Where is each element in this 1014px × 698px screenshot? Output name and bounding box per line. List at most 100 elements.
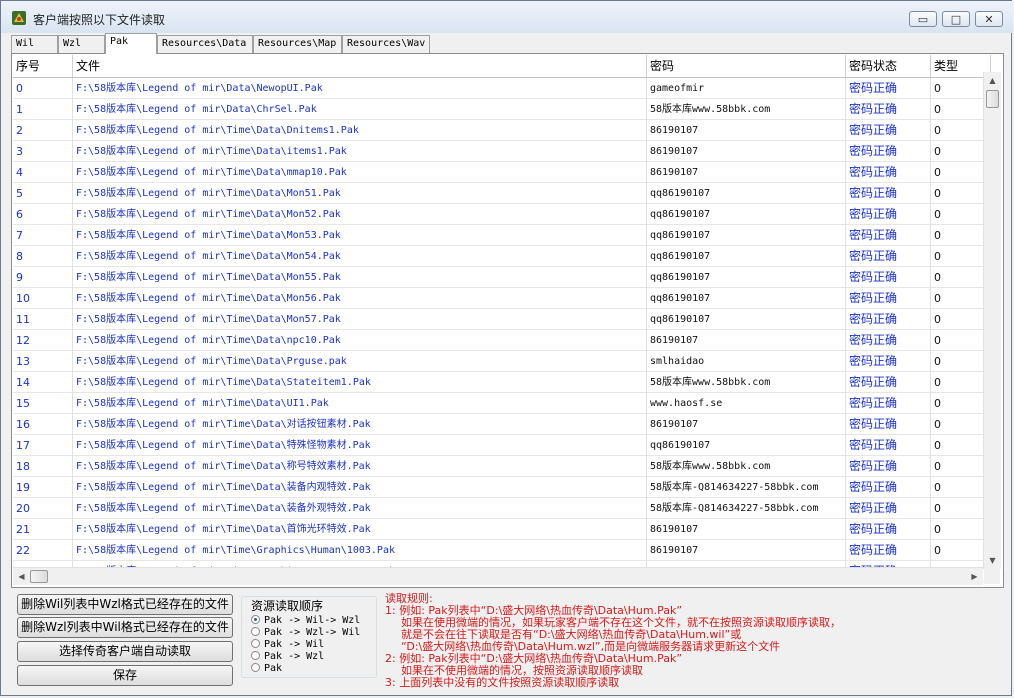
tab-wzl[interactable]: Wzl bbox=[58, 35, 105, 53]
source-order-option[interactable]: Pak -> Wil bbox=[251, 639, 324, 651]
minimize-button[interactable]: ▭ bbox=[909, 11, 937, 27]
table-row[interactable]: 3 F:\58版本库\Legend of mir\Time\Data\items1… bbox=[13, 141, 998, 162]
minimize-icon: ▭ bbox=[917, 12, 929, 26]
tab-resources-data[interactable]: Resources\Data bbox=[157, 35, 253, 53]
cell-type: 0 bbox=[931, 498, 991, 519]
table-row[interactable]: 20 F:\58版本库\Legend of mir\Time\Data\装备外观特… bbox=[13, 498, 998, 519]
scroll-left-icon[interactable]: ◀ bbox=[13, 568, 30, 585]
cell-password: 86190107 bbox=[647, 120, 846, 141]
table-row[interactable]: 19 F:\58版本库\Legend of mir\Time\Data\装备内观特… bbox=[13, 477, 998, 498]
table-row[interactable]: 11 F:\58版本库\Legend of mir\Time\Data\Mon57… bbox=[13, 309, 998, 330]
vertical-scroll-thumb[interactable] bbox=[986, 90, 999, 108]
cell-idx: 20 bbox=[13, 498, 73, 519]
cell-type: 0 bbox=[931, 372, 991, 393]
column-header-password[interactable]: 密码 bbox=[647, 55, 846, 77]
maximize-icon: □ bbox=[950, 12, 962, 26]
source-order-option[interactable]: Pak -> Wzl bbox=[251, 651, 324, 663]
scroll-up-icon[interactable]: ▲ bbox=[984, 72, 1001, 89]
vertical-scrollbar[interactable]: ▲ ▼ bbox=[983, 72, 1001, 569]
cell-idx: 3 bbox=[13, 141, 73, 162]
table-row[interactable]: 4 F:\58版本库\Legend of mir\Time\Data\mmap10… bbox=[13, 162, 998, 183]
table-row[interactable]: 18 F:\58版本库\Legend of mir\Time\Data\称号特效素… bbox=[13, 456, 998, 477]
table-row[interactable]: 17 F:\58版本库\Legend of mir\Time\Data\特殊怪物素… bbox=[13, 435, 998, 456]
save-button[interactable]: 保存 bbox=[17, 665, 233, 686]
radio-icon[interactable] bbox=[251, 627, 260, 636]
file-list[interactable]: 序号 文件 密码 密码状态 类型 0 F:\58版本库\Legend of mir… bbox=[13, 55, 998, 582]
cell-idx: 17 bbox=[13, 435, 73, 456]
cell-idx: 2 bbox=[13, 120, 73, 141]
cell-file: F:\58版本库\Legend of mir\Time\Data\Mon56.P… bbox=[73, 288, 647, 309]
cell-password: qq86190107 bbox=[647, 204, 846, 225]
maximize-button[interactable]: □ bbox=[942, 11, 970, 27]
horizontal-scrollbar[interactable]: ◀ ▶ bbox=[13, 567, 983, 585]
column-header-status[interactable]: 密码状态 bbox=[846, 55, 931, 77]
cell-idx: 7 bbox=[13, 225, 73, 246]
tab-wil[interactable]: Wil bbox=[11, 35, 58, 53]
radio-icon[interactable] bbox=[251, 615, 260, 624]
select-client-button[interactable]: 选择传奇客户端自动读取 bbox=[17, 641, 233, 662]
scroll-corner bbox=[984, 567, 1000, 584]
cell-status: 密码正确 bbox=[846, 183, 931, 204]
table-row[interactable]: 13 F:\58版本库\Legend of mir\Time\Data\Prgus… bbox=[13, 351, 998, 372]
column-header-type[interactable]: 类型 bbox=[931, 55, 991, 77]
cell-password: qq86190107 bbox=[647, 288, 846, 309]
radio-icon[interactable] bbox=[251, 651, 260, 660]
cell-file: F:\58版本库\Legend of mir\Time\Data\Mon52.P… bbox=[73, 204, 647, 225]
cell-type: 0 bbox=[931, 393, 991, 414]
table-row[interactable]: 9 F:\58版本库\Legend of mir\Time\Data\Mon55.… bbox=[13, 267, 998, 288]
cell-idx: 16 bbox=[13, 414, 73, 435]
close-button[interactable]: ✕ bbox=[975, 11, 1003, 27]
table-row[interactable]: 0 F:\58版本库\Legend of mir\Data\NewopUI.Pak… bbox=[13, 78, 998, 99]
column-header-idx[interactable]: 序号 bbox=[13, 55, 73, 77]
table-row[interactable]: 1 F:\58版本库\Legend of mir\Data\ChrSel.Pak 5… bbox=[13, 99, 998, 120]
table-row[interactable]: 22 F:\58版本库\Legend of mir\Time\Graphics\H… bbox=[13, 540, 998, 561]
cell-type: 0 bbox=[931, 204, 991, 225]
radio-icon[interactable] bbox=[251, 639, 260, 648]
horizontal-scroll-thumb[interactable] bbox=[30, 570, 48, 583]
cell-idx: 4 bbox=[13, 162, 73, 183]
table-row[interactable]: 14 F:\58版本库\Legend of mir\Time\Data\State… bbox=[13, 372, 998, 393]
cell-password: 86190107 bbox=[647, 162, 846, 183]
source-order-option-label: Pak bbox=[264, 663, 283, 674]
table-row[interactable]: 16 F:\58版本库\Legend of mir\Time\Data\对话按钮素… bbox=[13, 414, 998, 435]
cell-idx: 22 bbox=[13, 540, 73, 561]
table-row[interactable]: 10 F:\58版本库\Legend of mir\Time\Data\Mon56… bbox=[13, 288, 998, 309]
table-row[interactable]: 12 F:\58版本库\Legend of mir\Time\Data\npc10… bbox=[13, 330, 998, 351]
cell-password: 86190107 bbox=[647, 141, 846, 162]
column-header-file[interactable]: 文件 bbox=[73, 55, 647, 77]
table-row[interactable]: 2 F:\58版本库\Legend of mir\Time\Data\Dnitem… bbox=[13, 120, 998, 141]
scroll-right-icon[interactable]: ▶ bbox=[966, 568, 983, 585]
table-row[interactable]: 5 F:\58版本库\Legend of mir\Time\Data\Mon51.… bbox=[13, 183, 998, 204]
cell-file: F:\58版本库\Legend of mir\Time\Data\Prguse.… bbox=[73, 351, 647, 372]
cell-idx: 9 bbox=[13, 267, 73, 288]
cell-idx: 19 bbox=[13, 477, 73, 498]
table-row[interactable]: 6 F:\58版本库\Legend of mir\Time\Data\Mon52.… bbox=[13, 204, 998, 225]
tab-resources-wav[interactable]: Resources\Wav bbox=[342, 35, 430, 53]
cell-status: 密码正确 bbox=[846, 540, 931, 561]
tab-resources-map[interactable]: Resources\Map bbox=[253, 35, 342, 53]
radio-icon[interactable] bbox=[251, 663, 260, 672]
cell-type: 0 bbox=[931, 78, 991, 99]
cell-idx: 10 bbox=[13, 288, 73, 309]
cell-status: 密码正确 bbox=[846, 288, 931, 309]
cell-status: 密码正确 bbox=[846, 162, 931, 183]
list-header: 序号 文件 密码 密码状态 类型 bbox=[13, 55, 998, 78]
table-row[interactable]: 8 F:\58版本库\Legend of mir\Time\Data\Mon54.… bbox=[13, 246, 998, 267]
delete-wzl-duplicates-button[interactable]: 删除Wzl列表中Wil格式已经存在的文件 bbox=[17, 617, 233, 638]
table-row[interactable]: 21 F:\58版本库\Legend of mir\Time\Data\首饰光环特… bbox=[13, 519, 998, 540]
cell-file: F:\58版本库\Legend of mir\Data\NewopUI.Pak bbox=[73, 78, 647, 99]
table-row[interactable]: 15 F:\58版本库\Legend of mir\Time\Data\UI1.P… bbox=[13, 393, 998, 414]
table-row[interactable]: 7 F:\58版本库\Legend of mir\Time\Data\Mon53.… bbox=[13, 225, 998, 246]
source-order-option-label: Pak -> Wzl-> Wil bbox=[264, 627, 361, 638]
cell-password: qq86190107 bbox=[647, 246, 846, 267]
cell-type: 0 bbox=[931, 477, 991, 498]
source-order-option[interactable]: Pak bbox=[251, 663, 282, 675]
cell-status: 密码正确 bbox=[846, 414, 931, 435]
tab-pak[interactable]: Pak bbox=[105, 33, 157, 54]
source-order-option[interactable]: Pak -> Wzl-> Wil bbox=[251, 627, 360, 639]
delete-wil-duplicates-button[interactable]: 删除Wil列表中Wzl格式已经存在的文件 bbox=[17, 594, 233, 615]
cell-password: 58版本库www.58bbk.com bbox=[647, 99, 846, 120]
cell-password: smlhaidao bbox=[647, 351, 846, 372]
source-order-option[interactable]: Pak -> Wil-> Wzl bbox=[251, 615, 360, 627]
cell-status: 密码正确 bbox=[846, 120, 931, 141]
